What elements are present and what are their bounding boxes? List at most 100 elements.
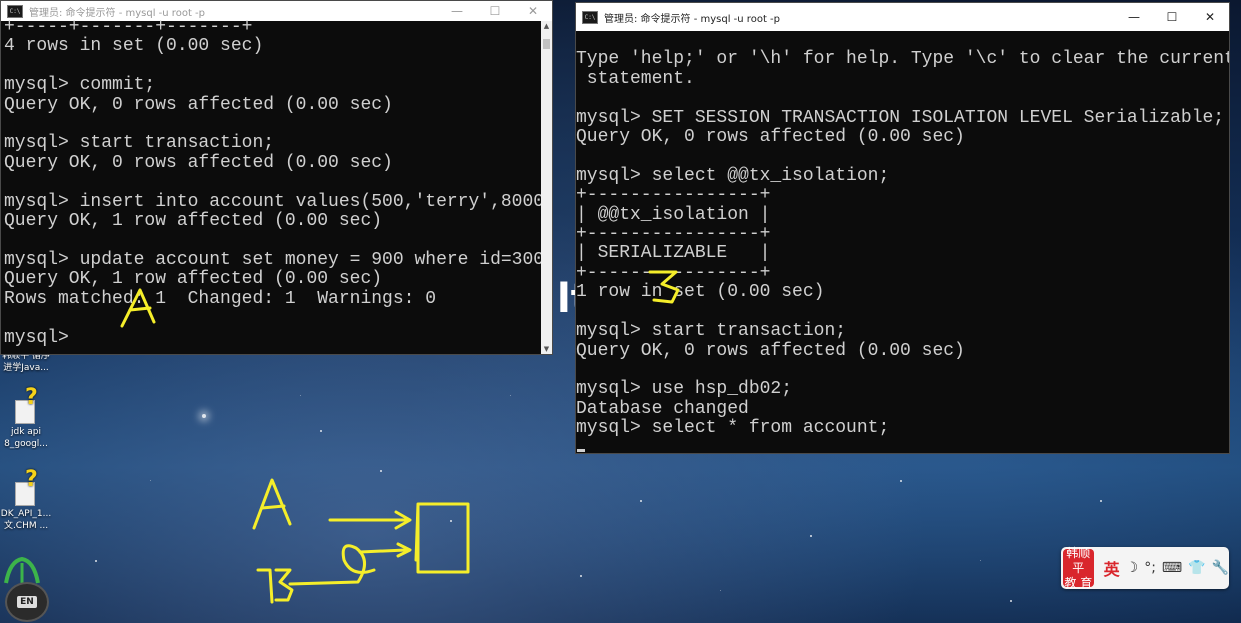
terminal-line: Query OK, 1 row affected (0.00 sec) [4,269,383,290]
terminal-line: mysql> [4,327,80,348]
help-file-icon: ? [13,387,39,424]
app-leaf-icon[interactable] [2,555,42,585]
wallpaper-star [202,414,206,418]
skin-icon[interactable]: 👕 [1188,560,1205,576]
punctuation-toggle[interactable]: °; [1144,560,1156,576]
wallpaper-star [150,480,151,481]
wallpaper-star [380,470,382,472]
ime-language-toggle[interactable]: 英 [1104,556,1120,580]
terminal-line: +-----+-------+-------+ [4,18,253,37]
wallpaper-star [580,575,582,577]
keyboard-icon[interactable]: ⌨ [1162,560,1182,576]
terminal-output[interactable]: +-----+-------+-------+ 4 rows in set (0.… [1,18,541,354]
cmd-icon: C:\ [582,10,598,24]
desktop-icon-jdk-api-help[interactable]: ? jdk api 8_googl... [0,387,52,450]
scroll-up-icon[interactable]: ▲ [541,21,552,31]
desktop-icon-label: 文.CHM ... [3,521,49,531]
terminal-line: Type 'help;' or '\h' for help. Type '\c'… [576,49,1229,70]
desktop-icon-label: 进学Java... [3,363,49,373]
close-button[interactable]: ✕ [514,4,552,18]
terminal-line: | @@tx_isolation | [576,204,771,225]
diagram-a-mark [252,478,292,530]
cmd-window-left[interactable]: C:\ 管理员: 命令提示符 - mysql -u root -p — ☐ ✕ … [0,0,553,355]
terminal-line: mysql> update account set money = 900 wh… [4,249,541,270]
terminal-line: mysql> start transaction; [576,321,847,342]
wallpaper-star [900,480,902,482]
ime-brand-logo: 韩顺平 教 育 [1063,545,1094,590]
desktop-icon-label: DK_API_1... [0,509,52,519]
resource-box [414,502,470,574]
ime-toolbar[interactable]: 韩顺平 教 育 英 ☽ °; ⌨ 👕 🔧 [1061,545,1229,590]
terminal-line: mysql> insert into account values(500,'t… [4,191,541,212]
text-cursor [577,449,585,452]
scroll-thumb[interactable] [543,39,550,49]
terminal-line: | SERIALIZABLE | [576,243,771,264]
language-indicator-label: EN [17,596,37,608]
terminal-line: Query OK, 0 rows affected (0.00 sec) [4,152,393,173]
settings-wrench-icon[interactable]: 🔧 [1212,560,1229,576]
terminal-line: Database changed [576,398,749,419]
help-file-icon: ? [13,469,39,506]
minimize-button[interactable]: — [1115,10,1153,24]
ime-logo-text: 教 育 [1064,575,1093,590]
moon-icon[interactable]: ☽ [1126,560,1139,576]
close-button[interactable]: ✕ [1191,10,1229,24]
desktop-icon-jdk-api-chm[interactable]: ? DK_API_1... 文.CHM ... [0,469,52,532]
terminal-line: 4 rows in set (0.00 sec) [4,36,264,57]
terminal-output[interactable]: Type 'help;' or '\h' for help. Type '\c'… [576,31,1229,453]
diagram-b-mark [256,568,294,604]
arrow [358,548,408,554]
terminal-line: Query OK, 1 row affected (0.00 sec) [4,211,383,232]
scroll-down-icon[interactable]: ▼ [541,344,552,354]
wallpaper-star [450,520,452,522]
desktop-icon-label: 8_googl... [4,439,48,449]
cmd-window-right[interactable]: C:\ 管理员: 命令提示符 - mysql -u root -p — ☐ ✕ … [575,2,1230,454]
wallpaper-star [1010,600,1012,602]
wallpaper-star [95,560,97,562]
wallpaper-star [1100,500,1102,502]
terminal-line: Query OK, 0 rows affected (0.00 sec) [576,340,965,361]
window-titlebar[interactable]: C:\ 管理员: 命令提示符 - mysql -u root -p — ☐ ✕ [576,3,1229,31]
desktop-icon-label: jdk api [10,427,41,437]
maximize-button[interactable]: ☐ [1153,10,1191,24]
minimize-button[interactable]: — [438,4,476,18]
window-title: 管理员: 命令提示符 - mysql -u root -p [604,13,780,25]
wallpaper-star [810,535,812,537]
terminal-line: mysql> select @@tx_isolation; [576,165,890,186]
terminal-line: +----------------+ [576,224,771,245]
maximize-button[interactable]: ☐ [476,4,514,18]
terminal-line: mysql> commit; [4,75,156,96]
terminal-line: Query OK, 0 rows affected (0.00 sec) [4,94,393,115]
terminal-line: mysql> SET SESSION TRANSACTION ISOLATION… [576,107,1225,128]
wallpaper-star [720,590,721,591]
ime-logo-text: 韩顺平 [1066,545,1091,575]
wallpaper-star [300,395,301,396]
terminal-line: mysql> select * from account; [576,418,890,439]
window-title: 管理员: 命令提示符 - mysql -u root -p [29,7,205,19]
wallpaper-star [510,395,511,396]
terminal-line: +----------------+ [576,262,771,283]
terminal-line: Rows matched: 1 Changed: 1 Warnings: 0 [4,288,437,309]
language-indicator[interactable]: EN [5,582,49,622]
wallpaper-star [980,560,981,561]
cmd-icon: C:\ [7,4,23,18]
scrollbar[interactable]: ▲ ▼ [541,21,552,354]
terminal-line: 1 row in set (0.00 sec) [576,282,825,303]
wallpaper-star [640,500,642,502]
terminal-line: +----------------+ [576,185,771,206]
terminal-line: Query OK, 0 rows affected (0.00 sec) [576,127,965,148]
terminal-line: mysql> use hsp_db02; [576,379,793,400]
terminal-line: mysql> start transaction; [4,133,275,154]
terminal-line: statement. [576,68,695,89]
wallpaper-star [320,430,322,432]
